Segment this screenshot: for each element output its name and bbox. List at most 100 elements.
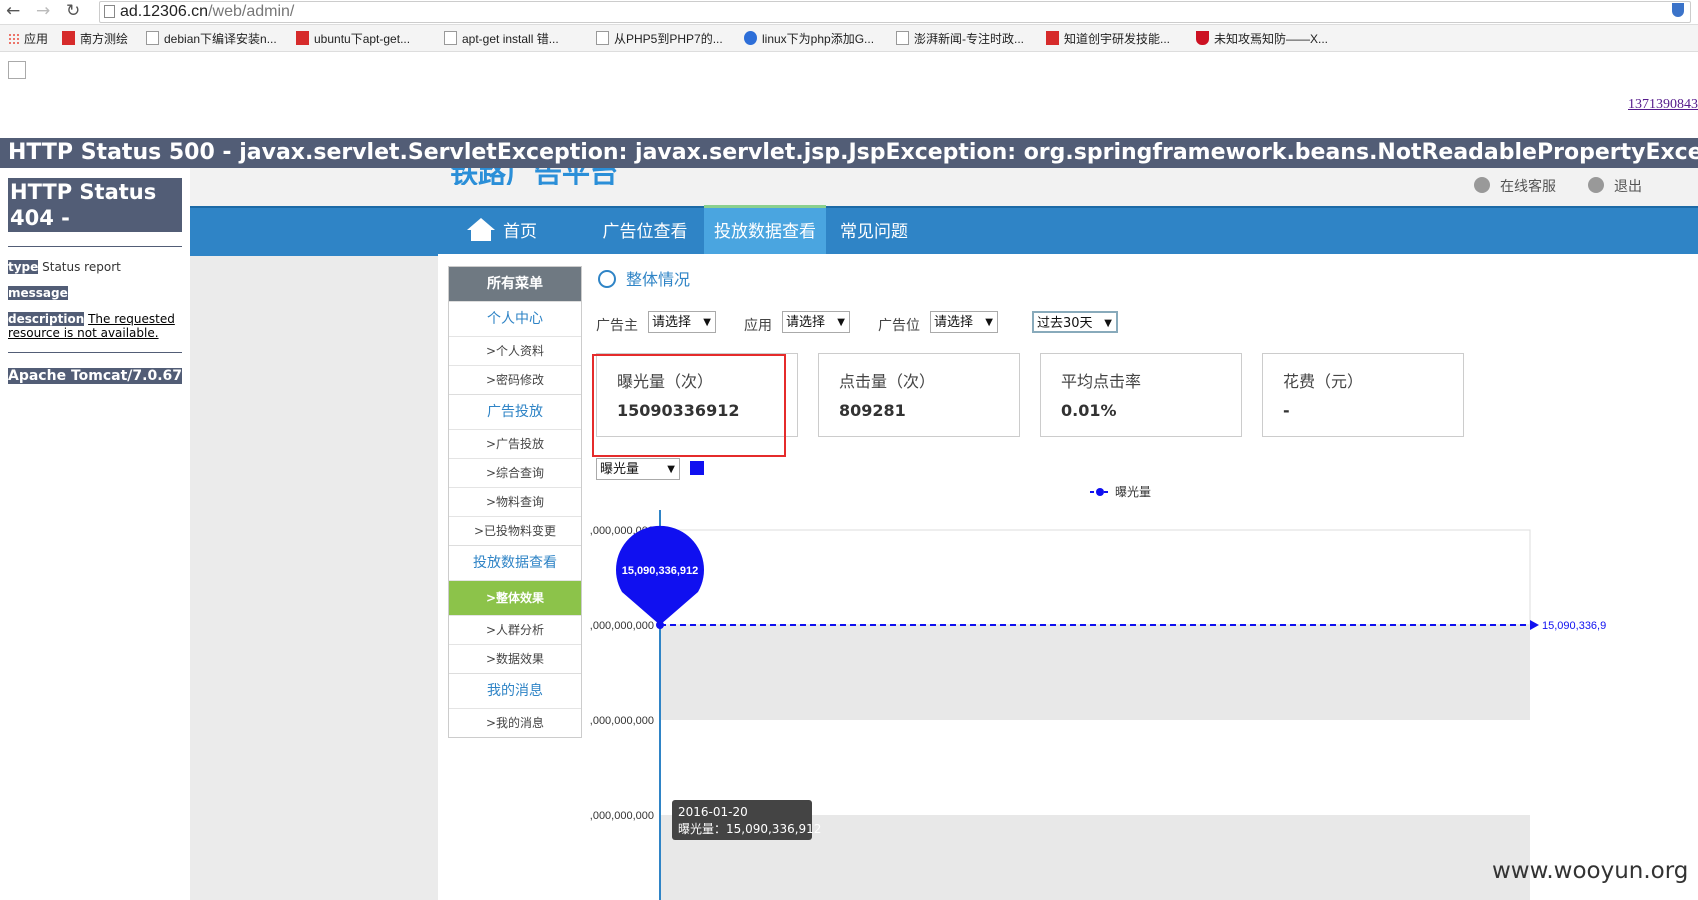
bookmark-item[interactable]: apt-get install 错...	[444, 30, 559, 47]
bookmark-item[interactable]: linux下为php添加G...	[744, 30, 874, 47]
dropdown-arrow-icon: ▼	[985, 317, 993, 328]
legend-label: 曝光量	[1115, 485, 1151, 499]
bookmark-item[interactable]: 未知攻焉知防——X...	[1196, 30, 1328, 47]
bookmark-label: debian下编译安装n...	[164, 32, 277, 46]
advertiser-select[interactable]: 请选择 ▼	[648, 311, 716, 333]
bookmark-item[interactable]: ubuntu下apt-get...	[296, 30, 410, 47]
impressions-chart: ,000,000,000,000,000,000,000,000,000,000…	[590, 485, 1606, 900]
nav-home[interactable]: 首页	[490, 208, 550, 256]
slot-select[interactable]: 请选择 ▼	[930, 311, 998, 333]
broken-image-icon	[8, 61, 26, 79]
bookmark-label: 知道创宇研发技能...	[1064, 32, 1171, 46]
nav-delivery-data[interactable]: 投放数据查看	[704, 205, 826, 256]
bookmark-item[interactable]: debian下编译安装n...	[146, 30, 277, 47]
sidebar-item[interactable]: >广告投放	[449, 429, 581, 458]
sidebar-item[interactable]: >整体效果	[449, 580, 581, 615]
http-404-heading: HTTP Status 404 -	[8, 178, 182, 232]
app-label: 应用	[744, 318, 772, 334]
y-tick-label: ,000,000,000	[590, 620, 654, 632]
logout-link[interactable]: 退出	[1588, 176, 1642, 196]
bookmark-item[interactable]: 知道创宇研发技能...	[1046, 30, 1170, 47]
right-value-label: 15,090,336,9	[1542, 620, 1606, 632]
sidebar-item[interactable]: >个人资料	[449, 336, 581, 365]
sidebar-section[interactable]: 投放数据查看	[449, 545, 581, 580]
extension-shield-icon[interactable]	[1672, 3, 1684, 17]
sidebar-item[interactable]: >数据效果	[449, 644, 581, 673]
legend-marker	[1096, 488, 1104, 496]
plot-band	[659, 529, 1531, 626]
http-500-banner: HTTP Status 500 - javax.servlet.ServletE…	[0, 138, 1698, 168]
section-title: 整体情况	[598, 266, 690, 290]
type-row: type Status report	[8, 260, 121, 274]
url-field[interactable]: ad.12306.cn/web/admin/	[99, 1, 1691, 23]
sidebar-head: 所有菜单	[449, 267, 581, 301]
sidebar-section[interactable]: 我的消息	[449, 673, 581, 708]
bookmark-label: 应用	[24, 32, 49, 46]
address-bar: ← → ↻ ad.12306.cn/web/admin/	[0, 0, 1698, 25]
data-point	[656, 621, 664, 629]
sidebar-item[interactable]: >物料查询	[449, 487, 581, 516]
bookmark-label: linux下为php添加G...	[762, 32, 875, 46]
bookmark-label: apt-get install 错...	[462, 32, 559, 46]
server-signature: Apache Tomcat/7.0.67	[8, 368, 182, 384]
page-icon	[444, 31, 457, 45]
bookmark-label: 澎湃新闻-专注时政...	[914, 32, 1024, 46]
stat-card-clicks: 点击量（次） 809281	[818, 353, 1020, 437]
forward-icon[interactable]: →	[36, 1, 50, 21]
bookmark-item[interactable]: 澎湃新闻-专注时政...	[896, 30, 1024, 47]
news-icon	[896, 31, 909, 45]
sidebar-item[interactable]: >人群分析	[449, 615, 581, 644]
bookmark-label: ubuntu下apt-get...	[314, 32, 411, 46]
nav-ad-slots[interactable]: 广告位查看	[586, 208, 704, 256]
reload-icon[interactable]: ↻	[66, 1, 80, 21]
data-label: 15,090,336,912	[622, 565, 698, 577]
advertiser-label: 广告主	[596, 318, 638, 334]
sidebar-item[interactable]: >密码修改	[449, 365, 581, 394]
stat-card-ctr: 平均点击率 0.01%	[1040, 353, 1242, 437]
page-icon	[146, 31, 159, 45]
arrow-marker	[1530, 620, 1539, 630]
home-icon-base	[471, 229, 491, 241]
sidebar-section[interactable]: 个人中心	[449, 301, 581, 336]
baidu-paw-icon	[296, 31, 309, 45]
divider	[8, 246, 182, 247]
page-icon	[596, 31, 609, 45]
period-select[interactable]: 过去30天 ▼	[1032, 311, 1118, 333]
sidebar-item[interactable]: >已投物料变更	[449, 516, 581, 545]
description-row: description The requested resource is no…	[8, 312, 175, 340]
main-nav: 首页 广告位查看 投放数据查看 常见问题	[190, 205, 1698, 256]
watermark: www.wooyun.org	[1492, 858, 1689, 884]
plot-band	[660, 625, 1530, 720]
stat-card-cost: 花费（元） -	[1262, 353, 1464, 437]
s-logo-icon	[62, 31, 75, 45]
sidebar-item[interactable]: >综合查询	[449, 458, 581, 487]
bookmark-item[interactable]: 应用	[8, 30, 48, 47]
bookmark-label: 南方测绘	[80, 32, 129, 46]
bookmarks-bar: 应用 南方测绘 debian下编译安装n... ubuntu下apt-get... ap…	[0, 25, 1698, 52]
online-service-link[interactable]: 在线客服	[1474, 176, 1556, 196]
bookmark-label: 未知攻焉知防——X...	[1214, 32, 1329, 46]
globe-icon	[744, 31, 757, 45]
y-tick-label: ,000,000,000	[590, 810, 654, 822]
sidebar-item[interactable]: >我的消息	[449, 708, 581, 737]
shield-icon	[1196, 31, 1209, 45]
s-logo-icon	[1046, 31, 1059, 45]
nav-faq[interactable]: 常见问题	[826, 208, 922, 256]
bookmark-label: 从PHP5到PHP7的...	[614, 32, 723, 46]
back-icon[interactable]: ←	[6, 1, 20, 21]
divider	[8, 352, 182, 353]
apps-grid-icon	[8, 33, 19, 45]
user-icon	[1588, 177, 1604, 193]
y-tick-label: ,000,000,000	[590, 715, 654, 727]
tooltip-value: 曝光量：15,090,336,912	[678, 822, 821, 836]
overview-icon	[598, 270, 616, 288]
slot-label: 广告位	[878, 318, 920, 334]
message-row: message	[8, 286, 68, 300]
bookmark-item[interactable]: 从PHP5到PHP7的...	[596, 30, 723, 47]
user-id-link[interactable]: 1371390843	[1628, 97, 1698, 113]
app-select[interactable]: 请选择 ▼	[782, 311, 850, 333]
page-icon	[104, 5, 115, 18]
headset-icon	[1474, 177, 1490, 193]
sidebar-section[interactable]: 广告投放	[449, 394, 581, 429]
bookmark-item[interactable]: 南方测绘	[62, 30, 128, 47]
